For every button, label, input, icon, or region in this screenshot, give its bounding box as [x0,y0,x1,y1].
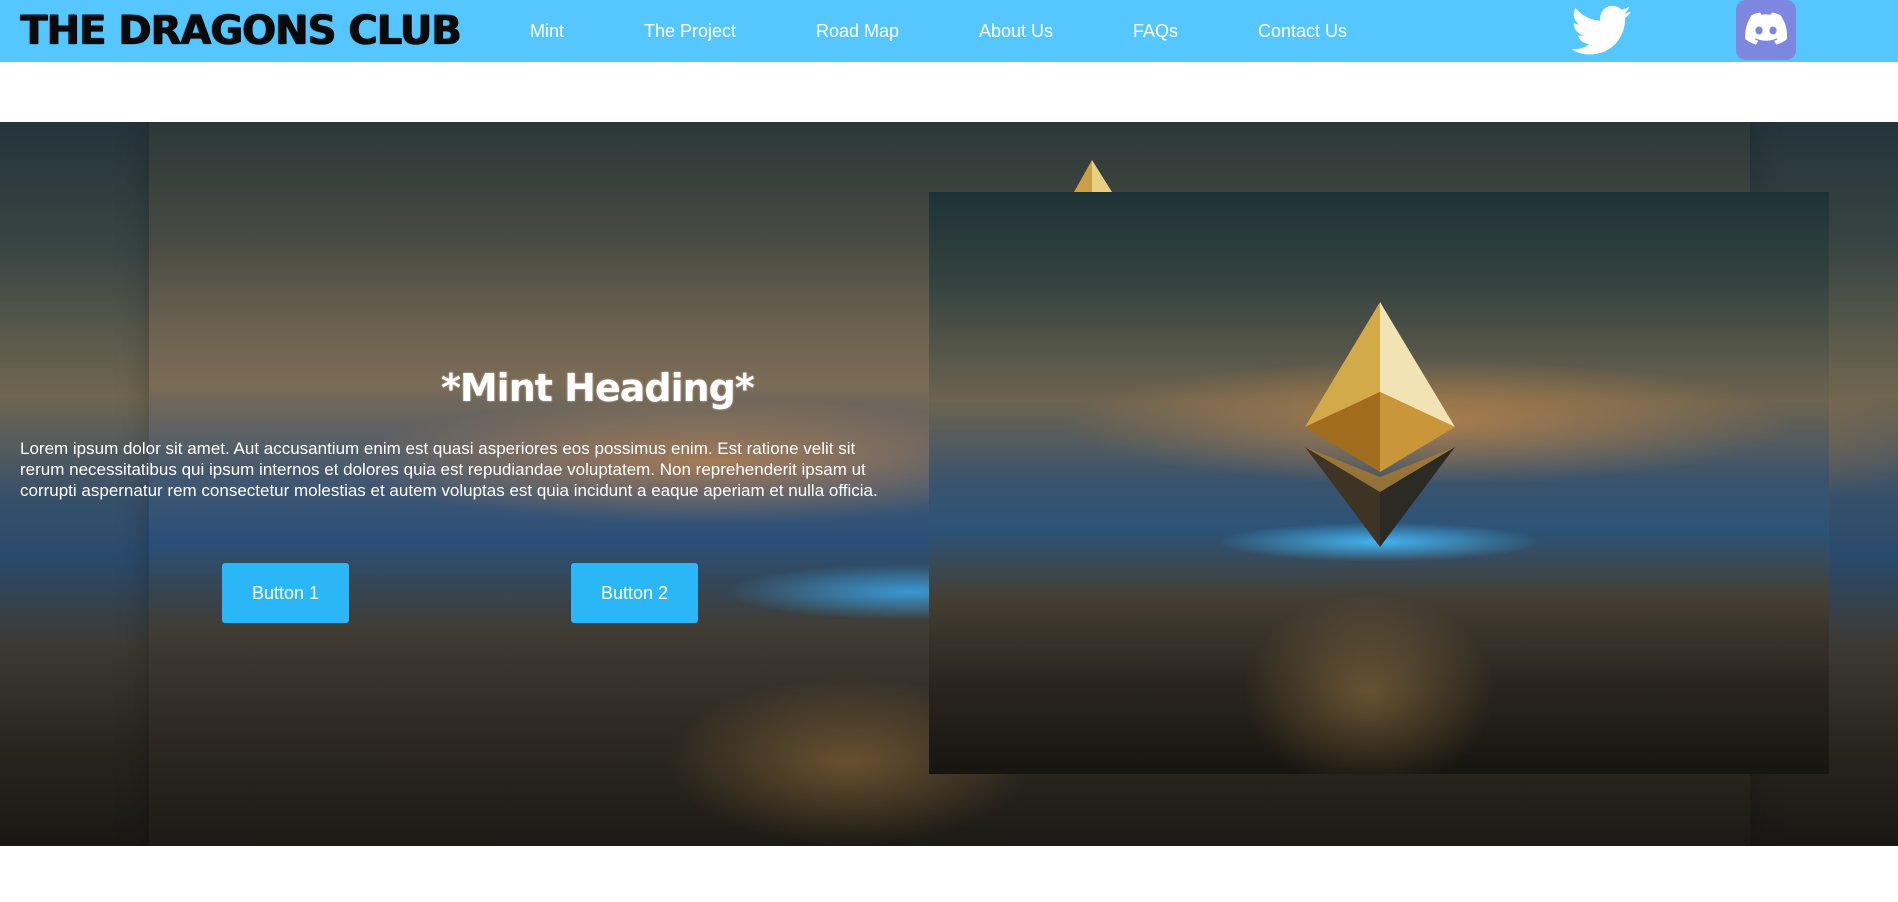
nav-item-about-us[interactable]: About Us [979,0,1053,62]
brand-logo[interactable]: The Dragons Club [20,4,461,58]
ethereum-feature-image [929,192,1829,774]
button-2[interactable]: Button 2 [571,563,698,623]
nav-item-contact-us[interactable]: Contact Us [1258,0,1347,62]
discord-icon[interactable] [1736,0,1796,60]
twitter-icon[interactable] [1571,0,1632,60]
nav-item-road-map[interactable]: Road Map [816,0,899,62]
hero-section: *Mint Heading* Lorem ipsum dolor sit ame… [0,122,1898,846]
hero-paragraph: Lorem ipsum dolor sit amet. Aut accusant… [20,439,878,500]
nav-item-faqs[interactable]: FAQs [1133,0,1178,62]
nav-item-mint[interactable]: Mint [530,0,564,62]
nav-item-the-project[interactable]: The Project [644,0,736,62]
mint-heading: *Mint Heading* [441,366,755,410]
button-1[interactable]: Button 1 [222,563,349,623]
top-navbar: The Dragons Club Mint The Project Road M… [0,0,1898,62]
ethereum-logo-icon [1305,302,1455,547]
